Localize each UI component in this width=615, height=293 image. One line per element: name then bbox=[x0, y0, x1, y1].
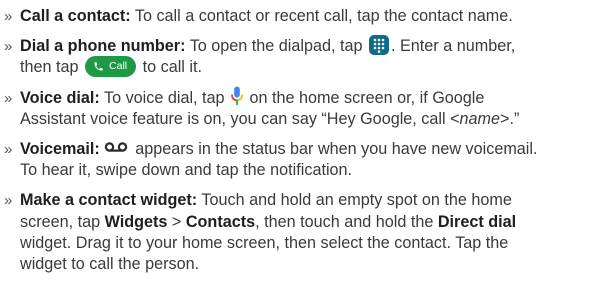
phone-tips-list: » Call a contact: To call a contact or r… bbox=[0, 0, 615, 275]
google-mic-icon bbox=[231, 86, 243, 107]
item-title: Voice dial: bbox=[20, 88, 100, 107]
item-text: widget. Drag it to your home screen, the… bbox=[20, 233, 509, 252]
bullet-chevron: » bbox=[4, 38, 13, 56]
call-button-graphic: Call bbox=[85, 55, 137, 77]
item-text: Assistant voice feature is on, you can s… bbox=[20, 109, 460, 128]
item-title: Make a contact widget: bbox=[20, 191, 198, 210]
item-text: . Enter a number, bbox=[391, 37, 516, 56]
item-text: appears in the status bar when you have … bbox=[130, 140, 538, 159]
item-text: To hear it, swipe down and tap the notif… bbox=[20, 161, 353, 180]
item-title: Voicemail: bbox=[20, 140, 100, 159]
item-text: on the home screen or, if Google bbox=[245, 88, 485, 107]
bullet-chevron: » bbox=[4, 89, 13, 107]
item-text: screen, tap bbox=[20, 212, 105, 231]
bullet-chevron: » bbox=[4, 8, 13, 25]
item-text: > bbox=[167, 212, 186, 231]
item-title: Call a contact: bbox=[20, 7, 131, 25]
name-placeholder: name bbox=[459, 109, 501, 128]
list-item-contact-widget: » Make a contact widget: Touch and hold … bbox=[0, 190, 615, 275]
voicemail-icon bbox=[104, 141, 128, 153]
list-item-dial-number: » Dial a phone number: To open the dialp… bbox=[0, 34, 615, 78]
item-text: To voice dial, tap bbox=[99, 88, 230, 107]
item-text: to call it. bbox=[138, 58, 202, 77]
bullet-chevron: » bbox=[4, 192, 13, 210]
phone-icon bbox=[94, 62, 103, 71]
page: » Call a contact: To call a contact or r… bbox=[0, 0, 615, 293]
item-text: widget to call the person. bbox=[20, 255, 200, 274]
bullet-chevron: » bbox=[4, 141, 13, 159]
call-label: Call bbox=[109, 59, 128, 72]
list-item-voicemail: » Voicemail: appears in the status bar w… bbox=[0, 139, 615, 181]
dialpad-icon bbox=[369, 34, 390, 55]
item-text: , then touch and hold the bbox=[255, 212, 438, 231]
item-text: then tap bbox=[20, 58, 84, 77]
list-item-call-contact: » Call a contact: To call a contact or r… bbox=[0, 6, 615, 27]
item-text: >.” bbox=[500, 109, 520, 128]
item-title: Dial a phone number: bbox=[20, 37, 186, 56]
contacts-term: Contacts bbox=[185, 212, 256, 231]
item-text: To open the dialpad, tap bbox=[185, 37, 368, 56]
item-text: Touch and hold an empty spot on the home bbox=[197, 191, 512, 210]
direct-dial-term: Direct dial bbox=[437, 212, 517, 231]
list-item-voice-dial: » Voice dial: To voice dial, tap on the … bbox=[0, 86, 615, 130]
widgets-term: Widgets bbox=[104, 212, 168, 231]
item-text: To call a contact or recent call, tap th… bbox=[130, 7, 513, 25]
